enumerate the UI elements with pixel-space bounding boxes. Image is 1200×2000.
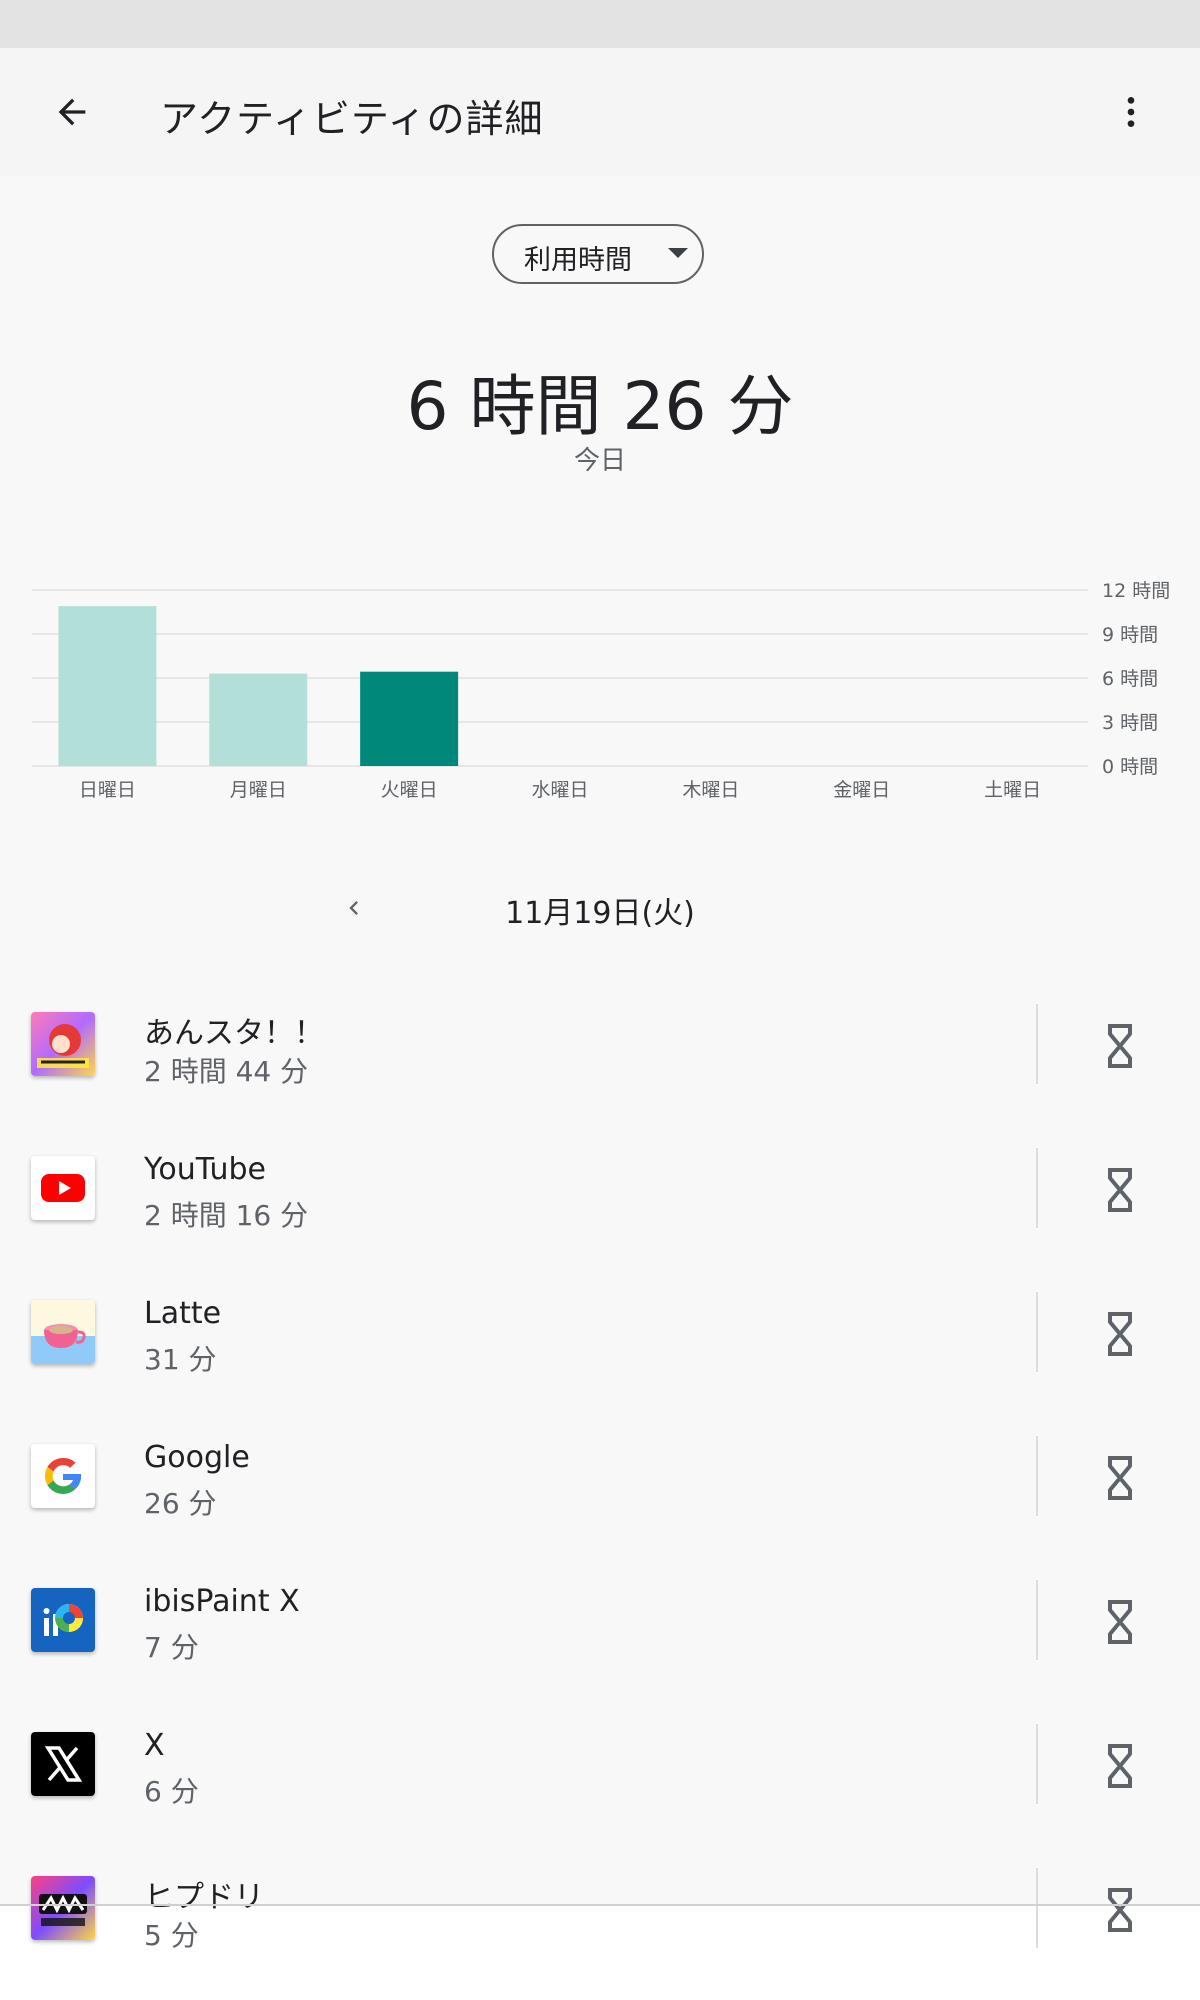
status-bar	[0, 0, 1200, 48]
y-tick-label: 6 時間	[1102, 668, 1158, 690]
y-tick-label: 3 時間	[1102, 712, 1158, 734]
app-timer-button[interactable]	[1080, 1730, 1160, 1802]
x-tick-label: 土曜日	[984, 779, 1041, 801]
back-button[interactable]	[34, 80, 110, 144]
ensemble-stars-icon	[31, 1012, 95, 1076]
app-usage-row[interactable]: あんスタ！！ 2 時間 44 分	[0, 978, 1200, 1122]
app-name: YouTube	[144, 1152, 266, 1187]
latte-cup-icon	[31, 1300, 95, 1364]
app-name: X	[144, 1728, 165, 1763]
chart-bar[interactable]	[360, 671, 459, 766]
more-vert-icon	[1127, 97, 1135, 127]
weekly-usage-chart: 0 時間 3 時間 6 時間 9 時間 12 時間日曜日 月曜日 火曜日 水曜日 木曜日 金曜日 土…	[0, 548, 1200, 808]
row-divider	[1036, 1436, 1038, 1516]
x-tick-label: 日曜日	[79, 779, 136, 801]
app-name: ヒプドリ	[144, 1880, 264, 1915]
app-timer-button[interactable]	[1080, 1010, 1160, 1082]
app-usage-time: 26 分	[144, 1487, 217, 1520]
x-tick-label: 火曜日	[381, 779, 438, 801]
chart-bar[interactable]	[58, 606, 157, 766]
hourglass-icon	[1108, 1168, 1132, 1212]
y-tick-label: 12 時間	[1102, 580, 1170, 602]
y-tick-label: 0 時間	[1102, 756, 1158, 778]
app-name: ibisPaint X	[144, 1584, 300, 1619]
app-usage-row[interactable]: X 6 分	[0, 1698, 1200, 1842]
x-tick-label: 金曜日	[833, 779, 890, 801]
ibispaint-icon	[31, 1588, 95, 1652]
y-tick-label: 9 時間	[1102, 624, 1158, 646]
app-timer-button[interactable]	[1080, 1586, 1160, 1658]
row-divider	[1036, 1004, 1038, 1084]
hourglass-icon	[1108, 1888, 1132, 1932]
more-options-button[interactable]	[1096, 80, 1166, 144]
hypnosis-mic-icon	[31, 1876, 95, 1940]
x-tick-label: 水曜日	[531, 779, 588, 801]
metric-dropdown[interactable]: 利用時間	[492, 224, 704, 284]
metric-dropdown-label: 利用時間	[524, 245, 632, 276]
dropdown-arrow-icon	[668, 248, 688, 258]
hourglass-icon	[1108, 1600, 1132, 1644]
x-tick-label: 月曜日	[230, 779, 287, 801]
app-usage-time: 7 分	[144, 1631, 199, 1664]
app-usage-time: 6 分	[144, 1775, 199, 1808]
app-usage-time: 2 時間 44 分	[144, 1055, 309, 1088]
total-usage-label: 今日	[573, 446, 626, 476]
app-timer-button[interactable]	[1080, 1154, 1160, 1226]
row-divider	[1036, 1580, 1038, 1660]
app-timer-button[interactable]	[1080, 1298, 1160, 1370]
app-bar: アクティビティの詳細	[0, 48, 1200, 176]
app-name: あんスタ！！	[144, 1016, 324, 1051]
hourglass-icon	[1108, 1024, 1132, 1068]
app-usage-time: 5 分	[144, 1919, 199, 1952]
arrow-left-icon	[58, 98, 86, 126]
app-usage-row[interactable]: ヒプドリ 5 分	[0, 1842, 1200, 1986]
bottom-divider	[0, 1904, 1200, 1906]
row-divider	[1036, 1292, 1038, 1372]
hourglass-icon	[1108, 1312, 1132, 1356]
x-logo-icon	[31, 1732, 95, 1796]
app-usage-time: 31 分	[144, 1343, 217, 1376]
youtube-icon	[31, 1156, 95, 1220]
app-usage-row[interactable]: Latte 31 分	[0, 1266, 1200, 1410]
google-g-icon	[31, 1444, 95, 1508]
app-timer-button[interactable]	[1080, 1442, 1160, 1514]
hourglass-icon	[1108, 1744, 1132, 1788]
app-usage-time: 2 時間 16 分	[144, 1199, 309, 1232]
app-timer-button[interactable]	[1080, 1874, 1160, 1946]
total-usage-time: 6 時間 26 分	[406, 368, 794, 445]
date-navigator: 11月19日(火)	[0, 878, 1200, 938]
row-divider	[1036, 1724, 1038, 1804]
hourglass-icon	[1108, 1456, 1132, 1500]
row-divider	[1036, 1868, 1038, 1948]
chart-bar[interactable]	[209, 673, 308, 766]
row-divider	[1036, 1148, 1038, 1228]
x-tick-label: 木曜日	[682, 779, 739, 801]
app-usage-row[interactable]: Google 26 分	[0, 1410, 1200, 1554]
page-title: アクティビティの詳細	[160, 97, 544, 141]
app-name: Google	[144, 1440, 250, 1475]
activity-detail-screen: アクティビティの詳細 利用時間 6 時間 26 分 今日 0 時間 3 時間 6 時…	[0, 48, 1200, 1952]
app-name: Latte	[144, 1296, 222, 1331]
weekly-usage-chart-svg: 0 時間 3 時間 6 時間 9 時間 12 時間日曜日 月曜日 火曜日 水曜日 木曜日 金曜日 土…	[32, 580, 1170, 801]
app-usage-row[interactable]: ibisPaint X 7 分	[0, 1554, 1200, 1698]
selected-date: 11月19日(火)	[505, 896, 695, 931]
app-usage-row[interactable]: YouTube 2 時間 16 分	[0, 1122, 1200, 1266]
